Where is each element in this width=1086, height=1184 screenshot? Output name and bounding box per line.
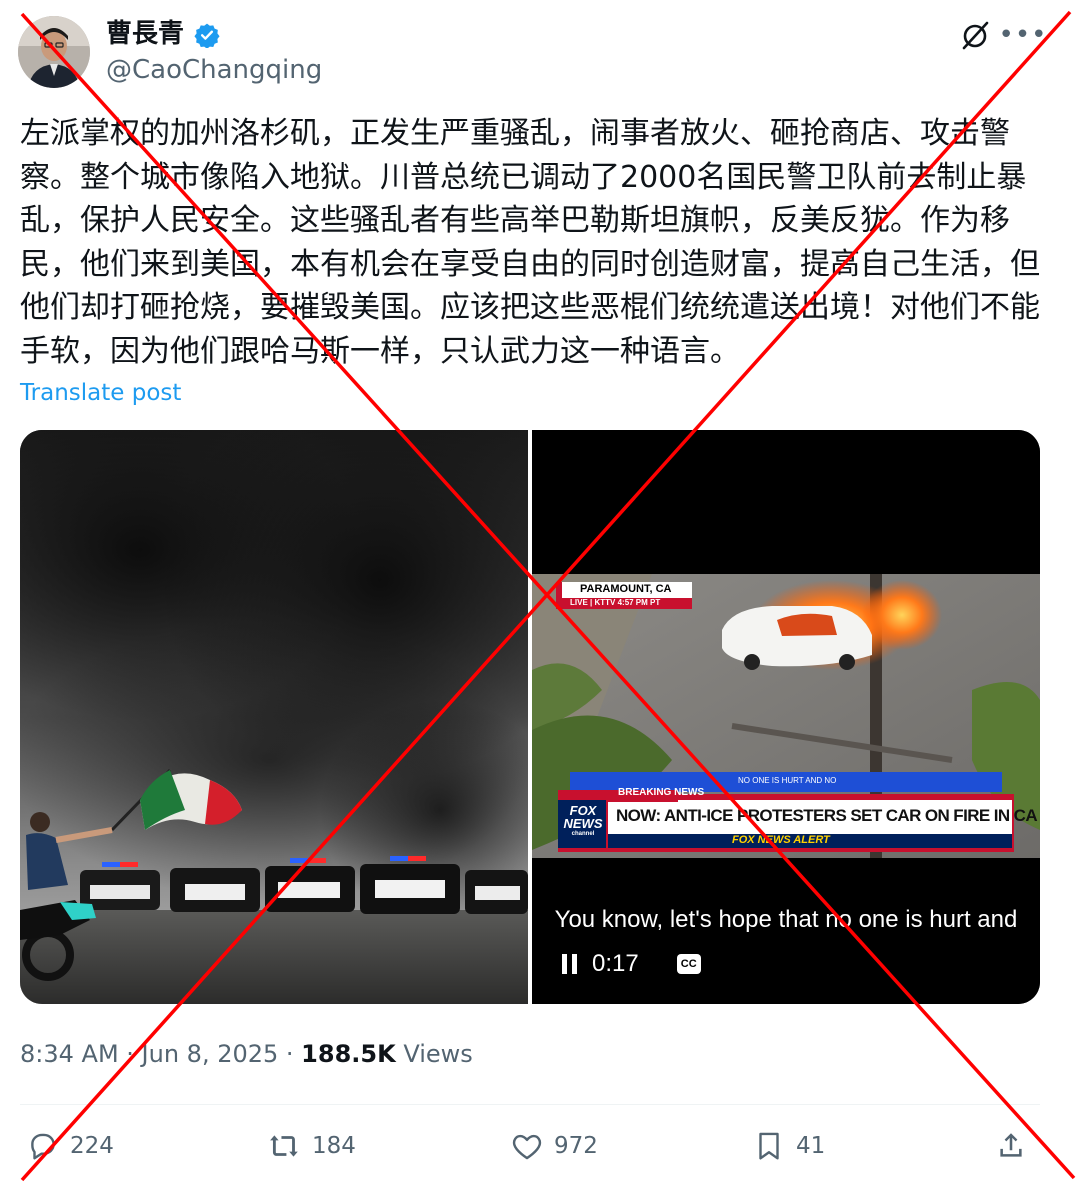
- post-time[interactable]: 8:34 AM: [20, 1040, 119, 1068]
- display-name[interactable]: 曹長青: [106, 16, 184, 52]
- views-count[interactable]: 188.5K: [301, 1040, 396, 1068]
- reply-count: 224: [70, 1133, 114, 1159]
- like-count: 972: [554, 1133, 598, 1159]
- repost-count: 184: [312, 1133, 356, 1159]
- repost-button[interactable]: 184: [268, 1124, 356, 1168]
- closed-captions-icon[interactable]: CC: [676, 954, 701, 974]
- pause-icon[interactable]: [562, 954, 578, 974]
- video-subtitle: You know, let's hope that no one is hurt…: [554, 906, 1018, 933]
- share-button[interactable]: [994, 1124, 1028, 1168]
- translate-post-link[interactable]: Translate post: [20, 376, 181, 410]
- video-ticker-top: NO ONE IS HURT AND NO: [738, 776, 837, 785]
- video-time: 0:17: [592, 950, 639, 977]
- video-alert: FOX NEWS ALERT: [732, 834, 830, 846]
- video-location: PARAMOUNT, CA: [580, 583, 672, 595]
- divider: [20, 1104, 1040, 1105]
- meta-separator: ·: [278, 1040, 302, 1068]
- verified-badge-icon[interactable]: [194, 22, 220, 49]
- logo-channel: channel: [571, 831, 595, 837]
- views-label: Views: [403, 1040, 473, 1068]
- bookmark-icon: [759, 1132, 779, 1160]
- post-date[interactable]: Jun 8, 2025: [142, 1040, 279, 1068]
- post-text: 左派掌权的加州洛杉矶，正发生严重骚乱，闹事者放火、砸抢商店、攻击警察。整个城市像…: [20, 116, 1040, 369]
- grok-icon[interactable]: [956, 16, 994, 54]
- meta-separator: ·: [118, 1040, 142, 1068]
- like-button[interactable]: 972: [510, 1124, 598, 1168]
- news-video[interactable]: PARAMOUNT, CA LIVE | KTTV 4:57 PM PT NO …: [532, 430, 1040, 1004]
- riot-photo[interactable]: [20, 430, 600, 1004]
- share-icon: [1000, 1133, 1022, 1157]
- bookmark-count: 41: [796, 1133, 826, 1159]
- bookmark-button[interactable]: 41: [752, 1124, 825, 1168]
- avatar[interactable]: [18, 16, 90, 88]
- reply-icon: [31, 1133, 55, 1160]
- video-breaking-label: BREAKING NEWS: [618, 787, 705, 798]
- more-options-icon[interactable]: •••: [999, 16, 1047, 54]
- fox-news-logo: FOX NEWS channel: [560, 804, 606, 838]
- reply-button[interactable]: 224: [26, 1124, 114, 1168]
- repost-icon: [270, 1135, 298, 1157]
- video-headline: NOW: ANTI-ICE PROTESTERS SET CAR ON FIRE…: [616, 806, 1038, 825]
- heart-icon: [512, 1134, 542, 1160]
- logo-news: NEWS: [563, 816, 603, 831]
- video-live-bar: LIVE | KTTV 4:57 PM PT: [570, 598, 661, 607]
- video-controls: 0:17 CC: [562, 948, 701, 980]
- media-grid: PARAMOUNT, CA LIVE | KTTV 4:57 PM PT NO …: [20, 430, 1040, 1004]
- user-handle[interactable]: @CaoChangqing: [106, 52, 322, 88]
- post-meta: 8:34 AM · Jun 8, 2025 · 188.5K Views: [20, 1036, 473, 1072]
